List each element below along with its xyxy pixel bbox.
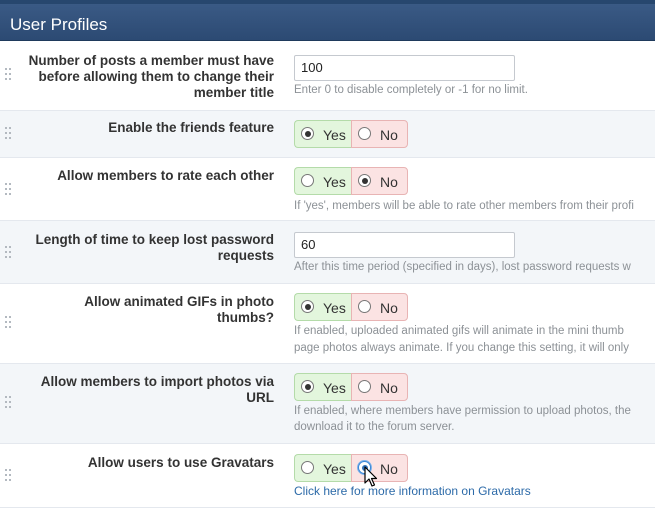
drag-handle-icon[interactable] xyxy=(5,127,11,139)
setting-description-line: page photos always animate. If you chang… xyxy=(294,342,629,354)
setting-description: If 'yes', members will be able to rate o… xyxy=(294,200,634,212)
rate-members-no-option[interactable]: No xyxy=(351,167,408,195)
setting-label: Allow members to rate each other xyxy=(57,168,274,183)
drag-handle-icon[interactable] xyxy=(5,246,11,258)
no-label: No xyxy=(380,380,398,396)
yes-label: Yes xyxy=(323,174,346,190)
rate-members-yes-no-toggle: Yes No xyxy=(294,167,408,195)
drag-handle-icon[interactable] xyxy=(5,183,11,195)
setting-label: Allow animated GIFs in photo thumbs? xyxy=(84,294,274,325)
radio-selected-icon[interactable] xyxy=(301,127,314,140)
panel-title: User Profiles xyxy=(10,15,108,34)
setting-description-line: download it to the forum server. xyxy=(294,421,455,433)
radio-selected-icon[interactable] xyxy=(301,380,314,393)
setting-row-import-photos: Allow members to import photos via URL Y… xyxy=(0,364,655,444)
drag-handle-icon[interactable] xyxy=(5,396,11,408)
drag-handle-icon[interactable] xyxy=(5,316,11,328)
no-label: No xyxy=(380,300,398,316)
yes-label: Yes xyxy=(323,380,346,396)
radio-icon[interactable] xyxy=(358,380,371,393)
setting-label: Number of posts a member must have befor… xyxy=(28,53,274,100)
radio-icon[interactable] xyxy=(358,300,371,313)
radio-selected-icon[interactable] xyxy=(358,174,371,187)
animated-gifs-yes-no-toggle: Yes No xyxy=(294,293,408,321)
gravatars-yes-option[interactable]: Yes xyxy=(294,454,351,482)
radio-icon[interactable] xyxy=(301,461,314,474)
rate-members-yes-option[interactable]: Yes xyxy=(294,167,351,195)
import-photos-yes-no-toggle: Yes No xyxy=(294,373,408,401)
setting-label: Enable the friends feature xyxy=(108,120,274,135)
drag-handle-icon[interactable] xyxy=(5,469,11,481)
setting-label: Allow users to use Gravatars xyxy=(87,455,274,470)
gravatars-info-link[interactable]: Click here for more information on Grava… xyxy=(294,484,531,498)
setting-description: After this time period (specified in day… xyxy=(294,261,631,273)
friends-yes-no-toggle: Yes No xyxy=(294,120,408,148)
yes-label: Yes xyxy=(323,461,346,477)
radio-selected-icon[interactable] xyxy=(301,300,314,313)
panel-header: User Profiles xyxy=(0,0,655,41)
no-label: No xyxy=(380,127,398,143)
animated-gifs-no-option[interactable]: No xyxy=(351,293,408,321)
friends-no-option[interactable]: No xyxy=(351,120,408,148)
animated-gifs-yes-option[interactable]: Yes xyxy=(294,293,351,321)
setting-description-line: If enabled, uploaded animated gifs will … xyxy=(294,325,624,337)
lost-password-days-input[interactable]: 60 xyxy=(294,232,515,258)
gravatars-no-option[interactable]: No xyxy=(351,454,408,482)
setting-row-lost-password: Length of time to keep lost password req… xyxy=(0,221,655,284)
import-photos-yes-option[interactable]: Yes xyxy=(294,373,351,401)
no-label: No xyxy=(380,174,398,190)
radio-icon[interactable] xyxy=(358,127,371,140)
no-label: No xyxy=(380,461,398,477)
setting-label: Allow members to import photos via URL xyxy=(40,374,274,405)
member-title-posts-input[interactable]: 100 xyxy=(294,55,515,81)
yes-label: Yes xyxy=(323,127,346,143)
gravatars-yes-no-toggle: Yes No xyxy=(294,454,408,482)
setting-row-animated-gifs: Allow animated GIFs in photo thumbs? Yes… xyxy=(0,284,655,364)
setting-row-friends: Enable the friends feature Yes No xyxy=(0,111,655,158)
yes-label: Yes xyxy=(323,300,346,316)
drag-handle-icon[interactable] xyxy=(5,68,11,80)
setting-row-gravatars: Allow users to use Gravatars Yes No Clic… xyxy=(0,444,655,508)
setting-label: Length of time to keep lost password req… xyxy=(35,232,274,263)
setting-row-member-title-posts: Number of posts a member must have befor… xyxy=(0,41,655,111)
setting-row-rate-members: Allow members to rate each other Yes No … xyxy=(0,158,655,221)
import-photos-no-option[interactable]: No xyxy=(351,373,408,401)
setting-description: Enter 0 to disable completely or -1 for … xyxy=(294,84,528,96)
radio-icon[interactable] xyxy=(301,174,314,187)
mouse-pointer-icon xyxy=(364,466,378,487)
setting-description-line: If enabled, where members have permissio… xyxy=(294,405,631,417)
friends-yes-option[interactable]: Yes xyxy=(294,120,351,148)
